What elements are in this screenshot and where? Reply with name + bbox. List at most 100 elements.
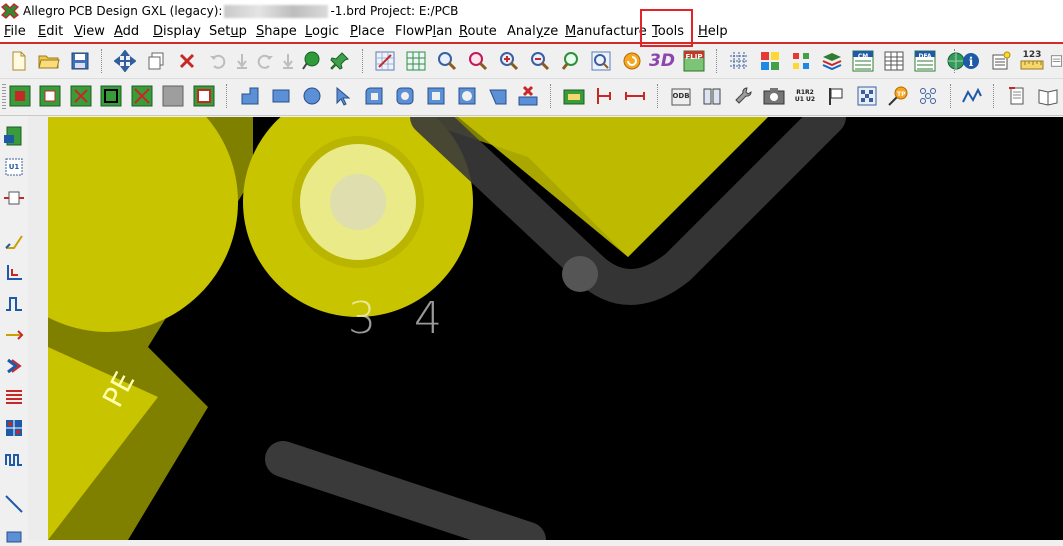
zoom-fit-icon[interactable] <box>404 49 428 73</box>
shape-circle-icon[interactable] <box>300 84 324 108</box>
line-icon[interactable] <box>2 230 26 254</box>
route-connect-icon[interactable] <box>2 323 26 347</box>
menu-analyze[interactable]: Analyze <box>507 24 558 39</box>
grid-icon[interactable] <box>727 49 751 73</box>
zoom-previous-icon[interactable] <box>559 49 583 73</box>
redo-down-icon[interactable] <box>230 49 254 73</box>
stack-layers-icon[interactable] <box>820 49 844 73</box>
zoom-world-icon[interactable] <box>589 49 613 73</box>
flag-icon[interactable] <box>824 84 848 108</box>
blurred-filename <box>224 4 329 18</box>
select-arrow-icon[interactable] <box>331 84 355 108</box>
menu-setup[interactable]: Setup <box>209 24 247 39</box>
shape-slant-icon[interactable] <box>486 84 510 108</box>
color-palette-icon[interactable] <box>758 49 782 73</box>
camera-icon[interactable] <box>762 84 786 108</box>
matrix-grid-icon[interactable] <box>2 416 26 440</box>
redo-down-2-icon[interactable] <box>276 49 300 73</box>
flip-icon[interactable]: FLIP <box>682 49 706 73</box>
refdes-label: R1R2 U1 U2 <box>794 89 816 103</box>
delete-icon[interactable] <box>175 49 199 73</box>
save-icon[interactable] <box>68 49 92 73</box>
toolbar-grip[interactable] <box>2 84 6 110</box>
move-icon[interactable] <box>113 49 137 73</box>
menu-place[interactable]: Place <box>350 24 385 39</box>
copy-icon[interactable] <box>144 49 168 73</box>
menu-logic[interactable]: Logic <box>305 24 339 39</box>
route-zigzag-icon[interactable] <box>2 292 26 316</box>
wrench-icon[interactable] <box>731 84 755 108</box>
route-icon[interactable] <box>960 84 984 108</box>
open-folder-icon[interactable] <box>37 49 61 73</box>
menu-tools[interactable]: Tools <box>652 24 684 39</box>
shape-rect-icon[interactable] <box>269 84 293 108</box>
menu-edit[interactable]: Edit <box>38 24 63 39</box>
info-icon[interactable]: i <box>959 49 983 73</box>
dimension-icon[interactable] <box>592 84 616 108</box>
book-open-icon[interactable] <box>1036 84 1060 108</box>
odb-icon[interactable]: ODB <box>669 84 693 108</box>
shape-rotate-icon[interactable] <box>393 84 417 108</box>
menu-display[interactable]: Display <box>153 24 201 39</box>
cm-icon[interactable]: CM <box>851 49 875 73</box>
pcb-canvas[interactable]: 3 4 PE <box>48 117 1063 540</box>
paper-icon[interactable] <box>1005 84 1029 108</box>
test-point-icon[interactable]: TP <box>886 84 910 108</box>
ruler-icon[interactable]: 123 <box>1020 49 1044 73</box>
trace-bottom <box>265 441 546 540</box>
measure-icon[interactable] <box>623 84 647 108</box>
device-icon[interactable] <box>2 186 26 210</box>
route-corner-icon[interactable] <box>2 261 26 285</box>
undo-icon[interactable] <box>206 49 230 73</box>
add-fill-icon[interactable] <box>130 84 154 108</box>
shape-round-rect-icon[interactable] <box>362 84 386 108</box>
gray-outline-icon[interactable] <box>192 84 216 108</box>
add-pin-icon[interactable] <box>8 84 32 108</box>
zoom-in-icon[interactable] <box>435 49 459 73</box>
checkerboard-icon[interactable] <box>855 84 879 108</box>
chevron-icon[interactable] <box>2 354 26 378</box>
menu-view[interactable]: View <box>74 24 105 39</box>
serpentine-icon[interactable] <box>2 447 26 471</box>
property-icon[interactable] <box>989 49 1013 73</box>
shape-corner-icon[interactable] <box>238 84 262 108</box>
text-icon[interactable] <box>562 84 586 108</box>
refresh-icon[interactable] <box>620 49 644 73</box>
zoom-window-grid-icon[interactable] <box>373 49 397 73</box>
redo-icon[interactable] <box>253 49 277 73</box>
zoom-minus-icon[interactable] <box>528 49 552 73</box>
pin-green-icon[interactable] <box>299 49 323 73</box>
rect-bottom-icon[interactable] <box>2 522 26 546</box>
component-icon[interactable] <box>2 124 26 148</box>
shape-circle-outline-icon[interactable] <box>455 84 479 108</box>
add-via-icon[interactable] <box>69 84 93 108</box>
zoom-plus-icon[interactable] <box>497 49 521 73</box>
gray-square-icon[interactable] <box>161 84 185 108</box>
new-file-icon[interactable] <box>7 49 31 73</box>
menu-shape[interactable]: Shape <box>256 24 297 39</box>
menu-flowplan[interactable]: FlowPlan <box>395 24 452 39</box>
shape-delete-icon[interactable] <box>516 84 540 108</box>
u1-icon[interactable]: U1 <box>2 155 26 179</box>
zoom-magnify-icon[interactable] <box>466 49 490 73</box>
menu-manufacture[interactable]: Manufacture <box>565 24 647 39</box>
view-3d-icon[interactable]: 3D <box>649 49 675 73</box>
matrix-icon[interactable] <box>916 84 940 108</box>
diagonal-line-icon[interactable] <box>2 492 26 516</box>
globe-icon[interactable] <box>914 49 938 73</box>
menu-route[interactable]: Route <box>459 24 497 39</box>
menu-add[interactable]: Add <box>114 24 139 39</box>
bus-icon[interactable] <box>2 385 26 409</box>
add-pin-2-icon[interactable] <box>38 84 62 108</box>
shape-square-icon[interactable] <box>424 84 448 108</box>
layer-visibility-icon[interactable] <box>789 49 813 73</box>
reference-designator-icon[interactable]: R1R2 U1 U2 <box>793 84 817 108</box>
truncated-icon[interactable] <box>1050 49 1063 73</box>
menu-file[interactable]: File <box>4 24 26 39</box>
book-icon[interactable] <box>700 84 724 108</box>
menu-help[interactable]: Help <box>698 24 728 39</box>
add-shape-icon[interactable] <box>99 84 123 108</box>
toolbar-main: 3D FLIP CM DFA i 123 <box>0 44 1063 79</box>
pushpin-icon[interactable] <box>328 49 352 73</box>
spreadsheet-icon[interactable] <box>882 49 906 73</box>
